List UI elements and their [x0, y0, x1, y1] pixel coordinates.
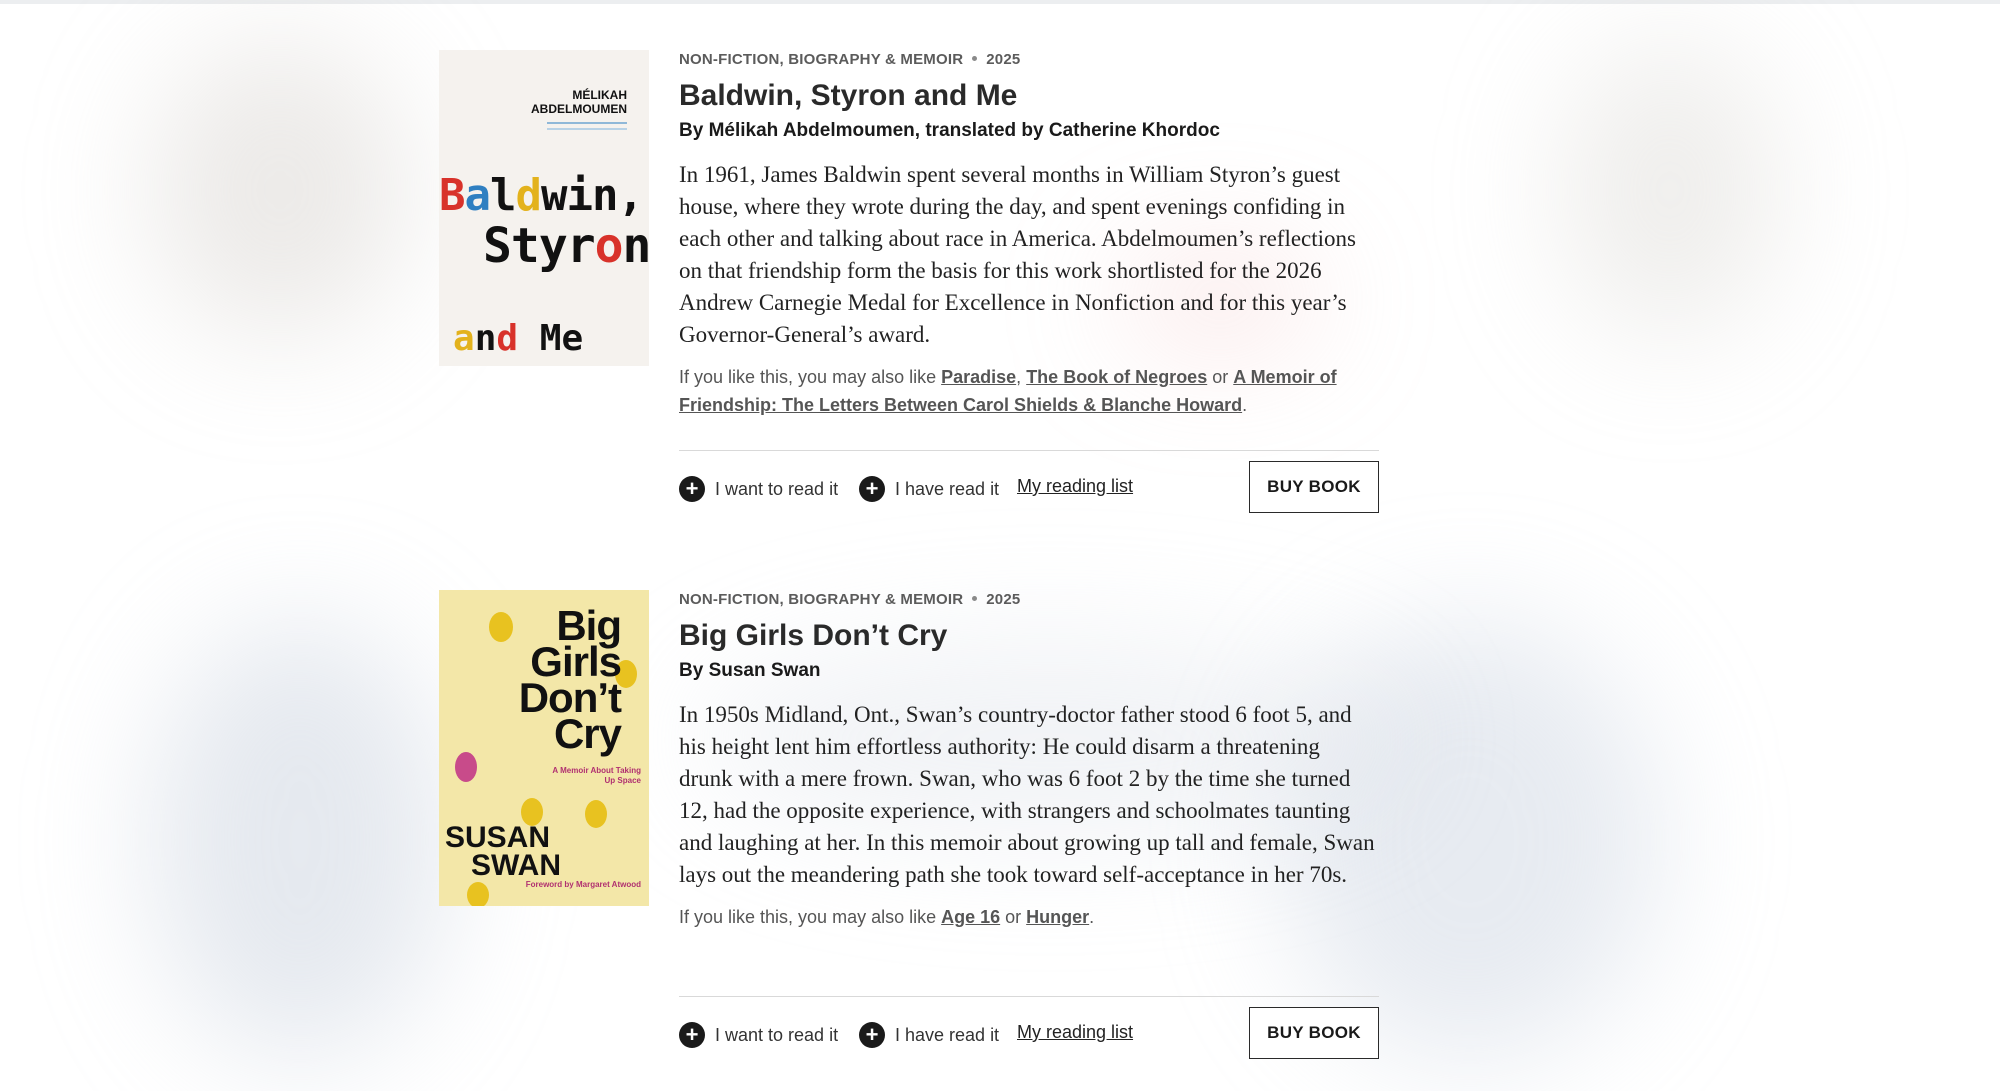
book-meta: NON-FICTION, BIOGRAPHY & MEMOIR 2025: [679, 50, 1379, 70]
reading-list-link[interactable]: My reading list: [1017, 1022, 1133, 1043]
book-actions: + I want to read it + I have read it My …: [679, 450, 1379, 515]
also-like-link[interactable]: Hunger: [1026, 907, 1089, 927]
lemon-icon: [455, 752, 477, 782]
dot-separator: [972, 56, 978, 62]
lemon-icon: [489, 612, 513, 642]
background-blur: [1560, 40, 1780, 340]
also-like-link[interactable]: The Book of Negroes: [1026, 367, 1207, 387]
also-like-link[interactable]: Age 16: [941, 907, 1000, 927]
plus-circle-icon: +: [859, 1022, 885, 1048]
cover-foreword: Foreword by Margaret Atwood: [525, 880, 641, 889]
book-title: Big Girls Don’t Cry: [679, 619, 948, 652]
buy-book-button[interactable]: BUY BOOK: [1249, 1007, 1379, 1059]
cover-title-line2: Styron: [483, 218, 649, 274]
dot-separator: [972, 596, 978, 602]
want-to-read-button[interactable]: + I want to read it: [679, 1021, 838, 1049]
book-cover[interactable]: MÉLIKAH ABDELMOUMEN Baldwin, Styron and …: [439, 50, 649, 366]
want-to-read-label: I want to read it: [715, 1024, 839, 1045]
book-entry: MÉLIKAH ABDELMOUMEN Baldwin, Styron and …: [439, 50, 1379, 520]
background-blur: [150, 620, 450, 1060]
cover-author: MÉLIKAH ABDELMOUMEN: [531, 88, 627, 116]
book-byline: By Susan Swan: [679, 660, 821, 681]
book-meta: NON-FICTION, BIOGRAPHY & MEMOIR 2025: [679, 590, 1379, 610]
cover-author: SUSAN SWAN: [445, 821, 561, 882]
book-entry: Big Girls Don’t Cry A Memoir About Takin…: [439, 590, 1379, 1070]
book-category: NON-FICTION, BIOGRAPHY & MEMOIR: [679, 591, 964, 608]
cover-rule: [547, 122, 627, 124]
book-cover[interactable]: Big Girls Don’t Cry A Memoir About Takin…: [439, 590, 649, 906]
have-read-button[interactable]: + I have read it: [859, 475, 999, 503]
book-year: 2025: [986, 591, 1021, 608]
book-year: 2025: [986, 51, 1021, 68]
plus-circle-icon: +: [679, 1022, 705, 1048]
book-info: NON-FICTION, BIOGRAPHY & MEMOIR 2025 Big …: [679, 590, 1379, 931]
book-category: NON-FICTION, BIOGRAPHY & MEMOIR: [679, 51, 964, 68]
book-byline: By Mélikah Abdelmoumen, translated by Ca…: [679, 120, 1220, 141]
book-title: Baldwin, Styron and Me: [679, 79, 1018, 112]
also-like: If you like this, you may also like Para…: [679, 367, 1337, 415]
lemon-icon: [467, 882, 489, 906]
top-divider: [0, 0, 2000, 4]
plus-circle-icon: +: [679, 476, 705, 502]
book-actions: + I want to read it + I have read it My …: [679, 996, 1379, 1061]
book-description: In 1961, James Baldwin spent several mon…: [679, 162, 1356, 347]
also-like: If you like this, you may also like Age …: [679, 907, 1095, 927]
cover-title-line3: and Me: [453, 318, 584, 359]
have-read-button[interactable]: + I have read it: [859, 1021, 999, 1049]
lemon-icon: [585, 800, 607, 828]
want-to-read-label: I want to read it: [715, 478, 839, 499]
cover-subtitle: A Memoir About Taking Up Space: [552, 766, 641, 785]
cover-title-line1: Baldwin,: [439, 170, 644, 221]
book-description: In 1950s Midland, Ont., Swan’s country-d…: [679, 702, 1375, 887]
reading-list-link[interactable]: My reading list: [1017, 476, 1133, 497]
cover-rule: [547, 128, 627, 130]
cover-title: Big Girls Don’t Cry: [518, 602, 622, 757]
background-blur: [150, 40, 410, 340]
plus-circle-icon: +: [859, 476, 885, 502]
have-read-label: I have read it: [895, 478, 1000, 499]
also-like-link[interactable]: Paradise: [941, 367, 1016, 387]
buy-book-button[interactable]: BUY BOOK: [1249, 461, 1379, 513]
have-read-label: I have read it: [895, 1024, 1000, 1045]
book-info: NON-FICTION, BIOGRAPHY & MEMOIR 2025 Bald…: [679, 50, 1379, 419]
want-to-read-button[interactable]: + I want to read it: [679, 475, 838, 503]
